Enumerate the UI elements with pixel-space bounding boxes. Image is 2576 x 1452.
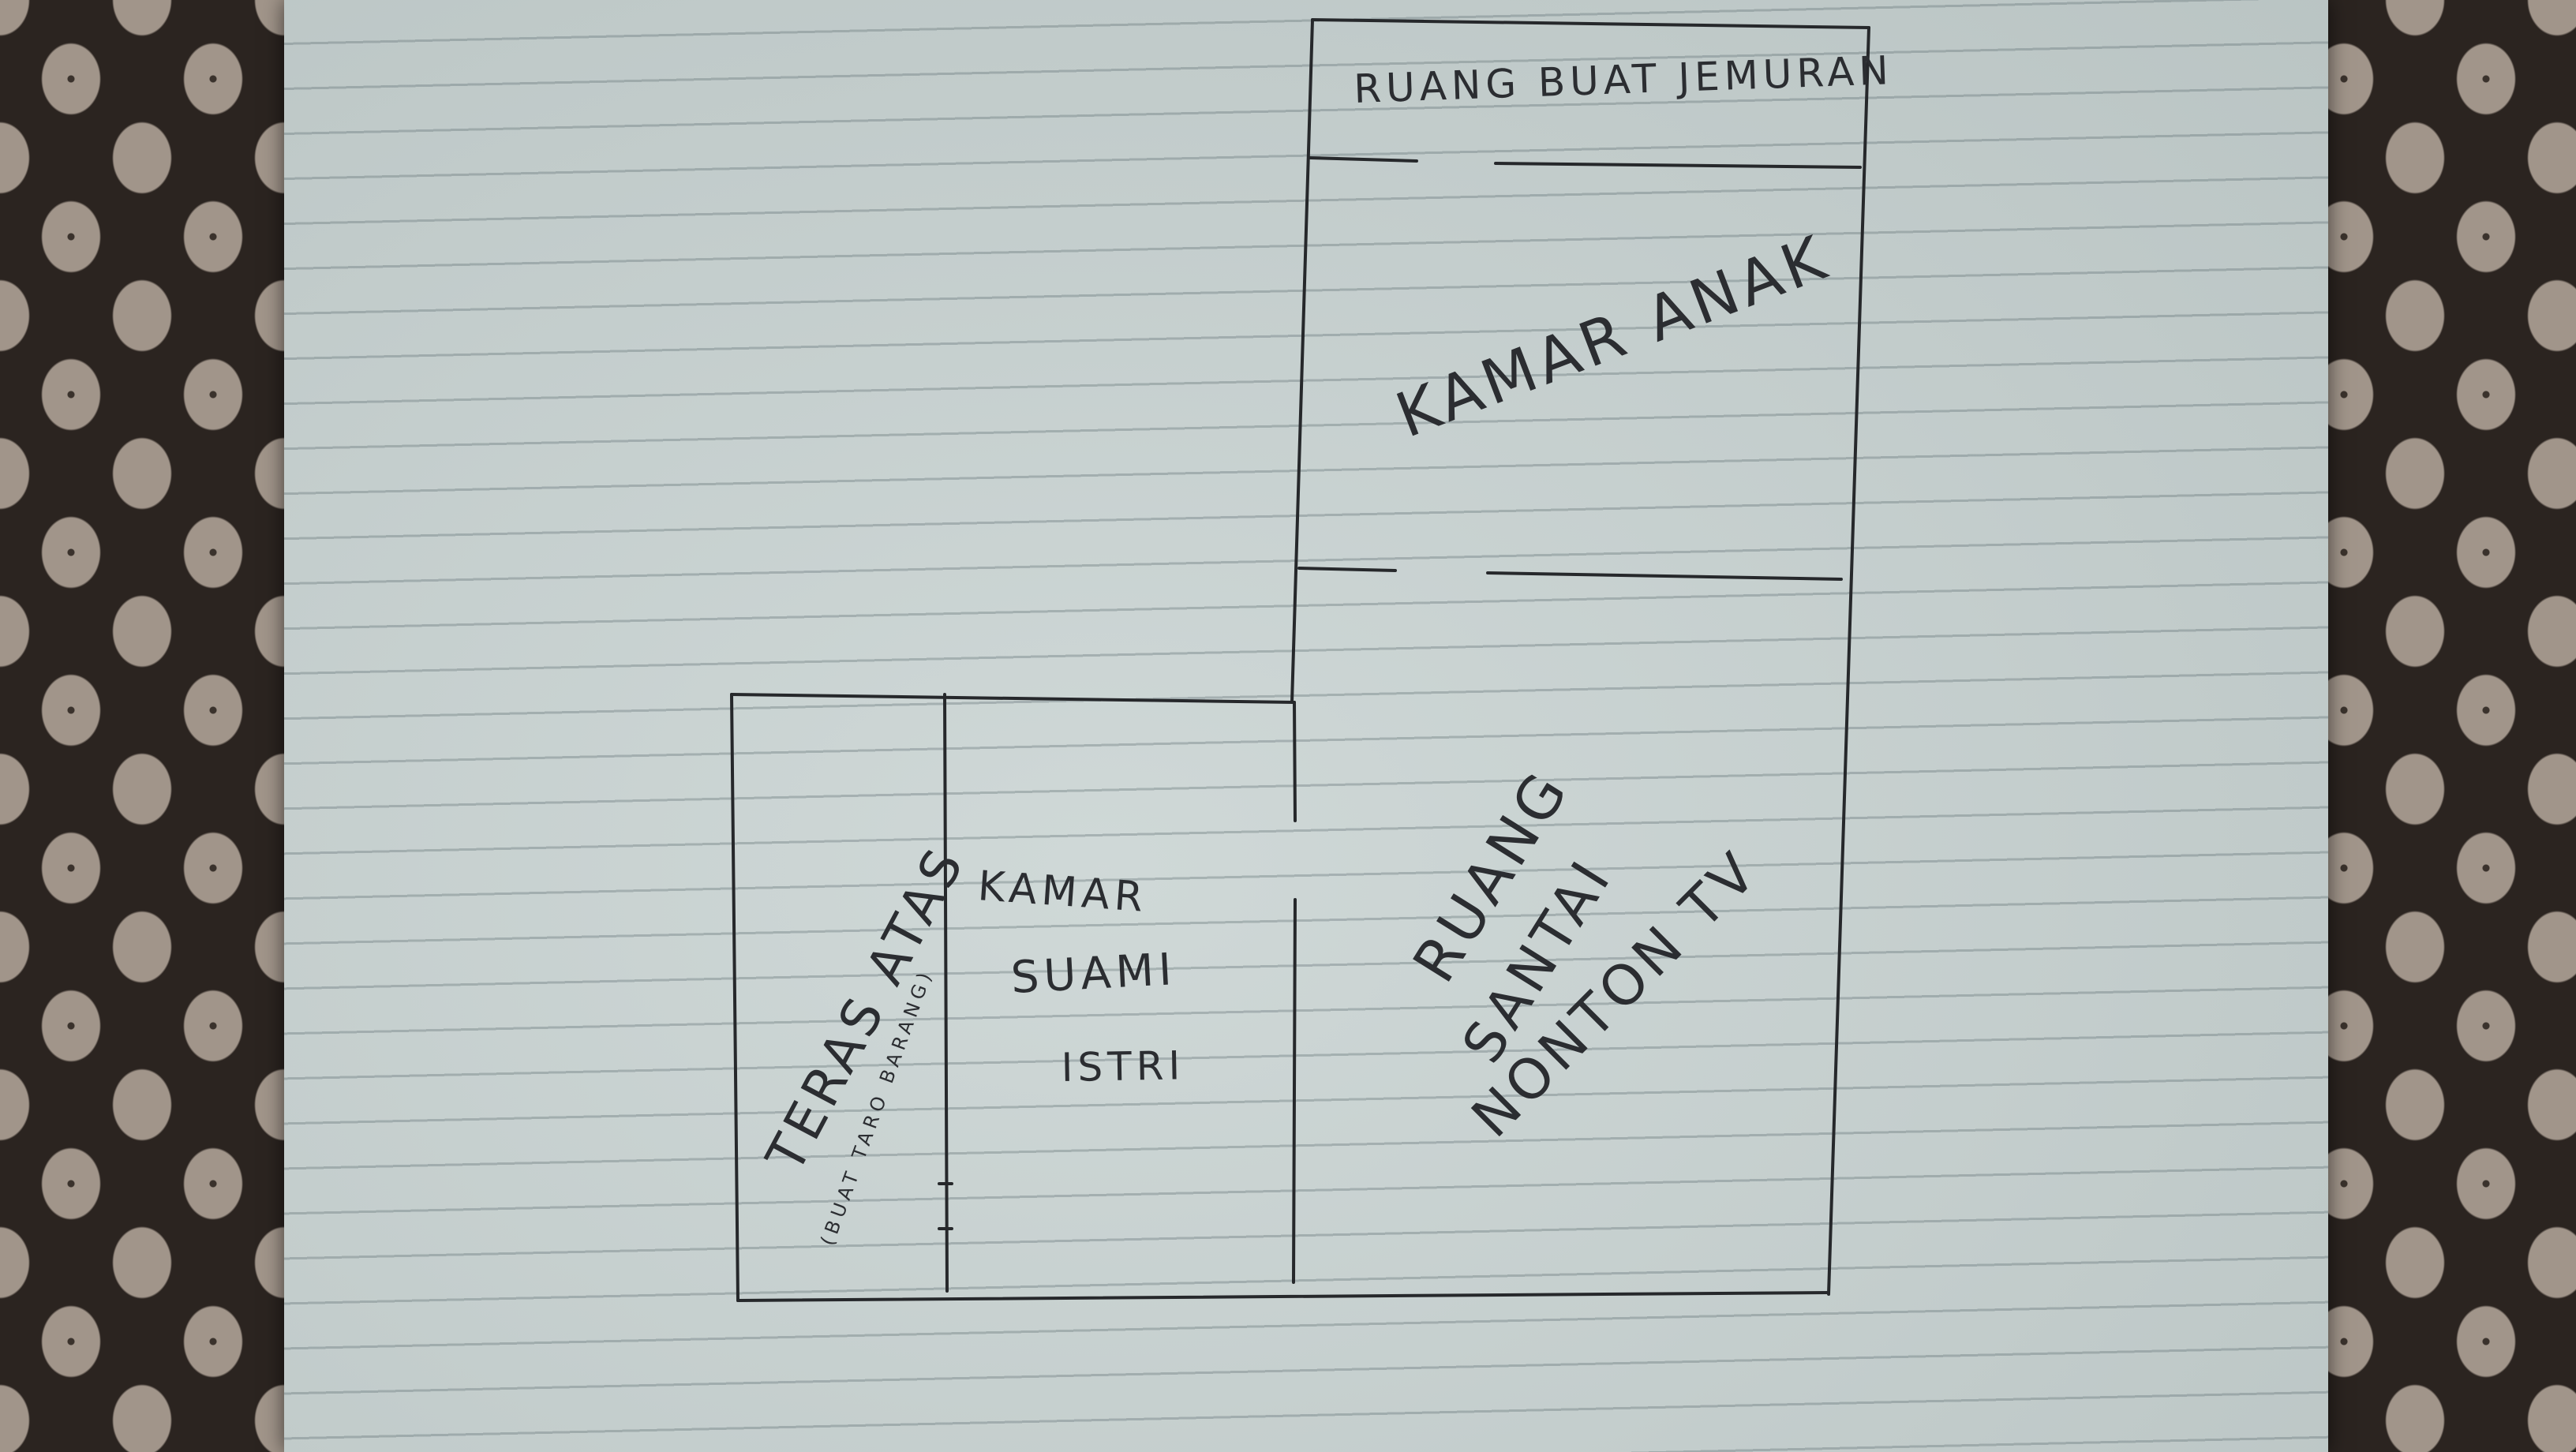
wall-master-room-right-b: [1292, 898, 1297, 1284]
wall-lower-left: [730, 693, 739, 1302]
wall-divider-clothesline-a: [1309, 156, 1418, 163]
label-clothesline-room: RUANG BUAT JEMURAN: [1353, 47, 1893, 112]
floor-plan-walls: [730, 18, 1870, 1302]
wall-lower-top: [730, 693, 1296, 704]
wall-divider-clothesline-b: [1494, 162, 1862, 169]
room-labels: RUANG BUAT JEMURAN KAMAR ANAK TERAS ATAS…: [754, 47, 1894, 1248]
wall-top: [1311, 18, 1870, 29]
label-master-room-line3: ISTRI: [1061, 1042, 1185, 1091]
label-kids-room: KAMAR ANAK: [1387, 222, 1840, 452]
wall-terrace-divider: [943, 693, 949, 1293]
wall-bottom: [736, 1291, 1830, 1302]
label-master-room-line1: KAMAR: [976, 863, 1149, 922]
wall-tower-left: [1290, 18, 1314, 704]
wall-master-room-right-a: [1293, 701, 1297, 822]
wall-right: [1827, 26, 1870, 1296]
wall-divider-kids-b: [1486, 571, 1843, 581]
floor-plan-sketch: RUANG BUAT JEMURAN KAMAR ANAK TERAS ATAS…: [730, 18, 1894, 1302]
label-master-room-line2: SUAMI: [1009, 944, 1178, 1004]
wall-divider-kids-a: [1297, 567, 1397, 572]
